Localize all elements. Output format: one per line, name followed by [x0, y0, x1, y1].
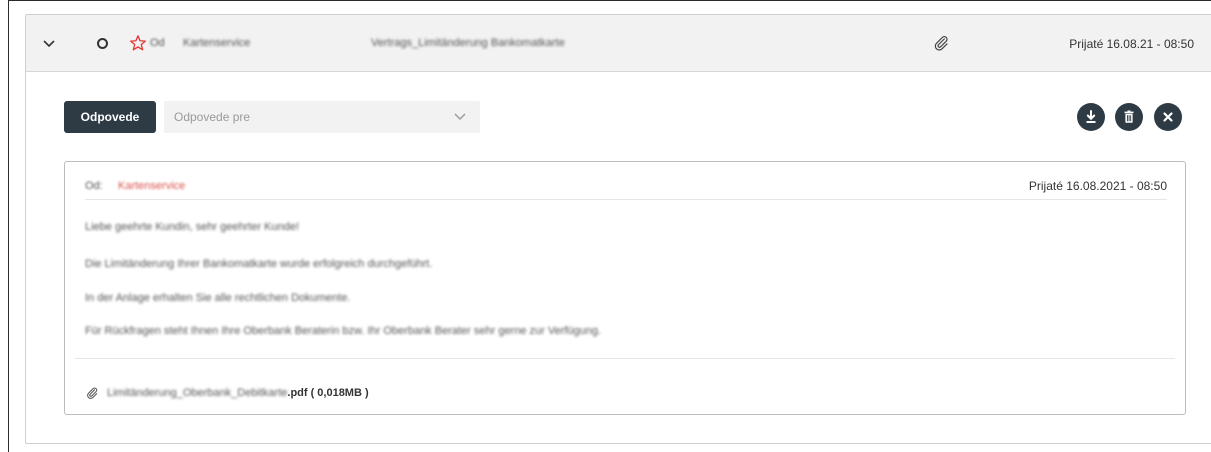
- message-received-date: Prijaté 16.08.2021 - 08:50: [1028, 179, 1167, 193]
- star-outline-icon[interactable]: [129, 34, 147, 52]
- chevron-down-icon: [454, 113, 466, 120]
- body-line: Die Limitänderung Ihrer Bankomatkarte wu…: [85, 258, 433, 270]
- message-body-panel: Od: Kartenservice Prijaté 16.08.2021 - 0…: [64, 161, 1186, 415]
- trash-icon: [1124, 110, 1134, 123]
- download-icon: [1086, 110, 1096, 123]
- download-button[interactable]: [1077, 103, 1105, 131]
- message-header[interactable]: Od Kartenservice Vertrags_Limitänderung …: [26, 15, 1211, 72]
- attachment-name[interactable]: Limitänderung_Oberbank_Debitkarte: [107, 387, 287, 399]
- header-subject: Vertrags_Limitänderung Bankomatkarte: [371, 37, 565, 49]
- attachment-size: ( 0,018MB ): [310, 387, 369, 399]
- chevron-down-icon[interactable]: [40, 35, 58, 53]
- window-frame: Od Kartenservice Vertrags_Limitänderung …: [8, 0, 1211, 452]
- close-button[interactable]: [1154, 103, 1182, 131]
- delete-button[interactable]: [1115, 103, 1143, 131]
- message-meta: Od: Kartenservice Prijaté 16.08.2021 - 0…: [85, 178, 1167, 198]
- attachment-link[interactable]: Limitänderung_Oberbank_Debitkarte .pdf (…: [85, 385, 369, 401]
- message-sender[interactable]: Kartenservice: [118, 180, 185, 192]
- reply-for-select[interactable]: Odpovede pre: [164, 101, 480, 133]
- close-icon: [1163, 112, 1173, 122]
- body-line: Für Rückfragen steht Ihnen Ihre Oberbank…: [85, 325, 602, 337]
- header-sender: Kartenservice: [183, 37, 251, 49]
- body-line: Liebe geehrte Kundin, sehr geehrter Kund…: [85, 221, 300, 233]
- reply-button[interactable]: Odpovede: [64, 101, 156, 133]
- paperclip-icon: [934, 36, 948, 51]
- reply-for-placeholder: Odpovede pre: [174, 110, 251, 124]
- sender-tag: Od: [150, 37, 165, 49]
- from-prefix: Od:: [85, 180, 103, 192]
- body-line: In der Anlage erhalten Sie alle rechtlic…: [85, 292, 351, 304]
- divider: [85, 199, 1167, 200]
- divider: [75, 358, 1175, 359]
- message-card: Od Kartenservice Vertrags_Limitänderung …: [25, 14, 1211, 444]
- header-received-date: Prijaté 16.08.21 - 08:50: [1069, 37, 1194, 51]
- attachment-extension[interactable]: .pdf: [287, 387, 307, 399]
- circle-outline-icon[interactable]: [97, 38, 108, 49]
- paperclip-icon: [87, 387, 98, 399]
